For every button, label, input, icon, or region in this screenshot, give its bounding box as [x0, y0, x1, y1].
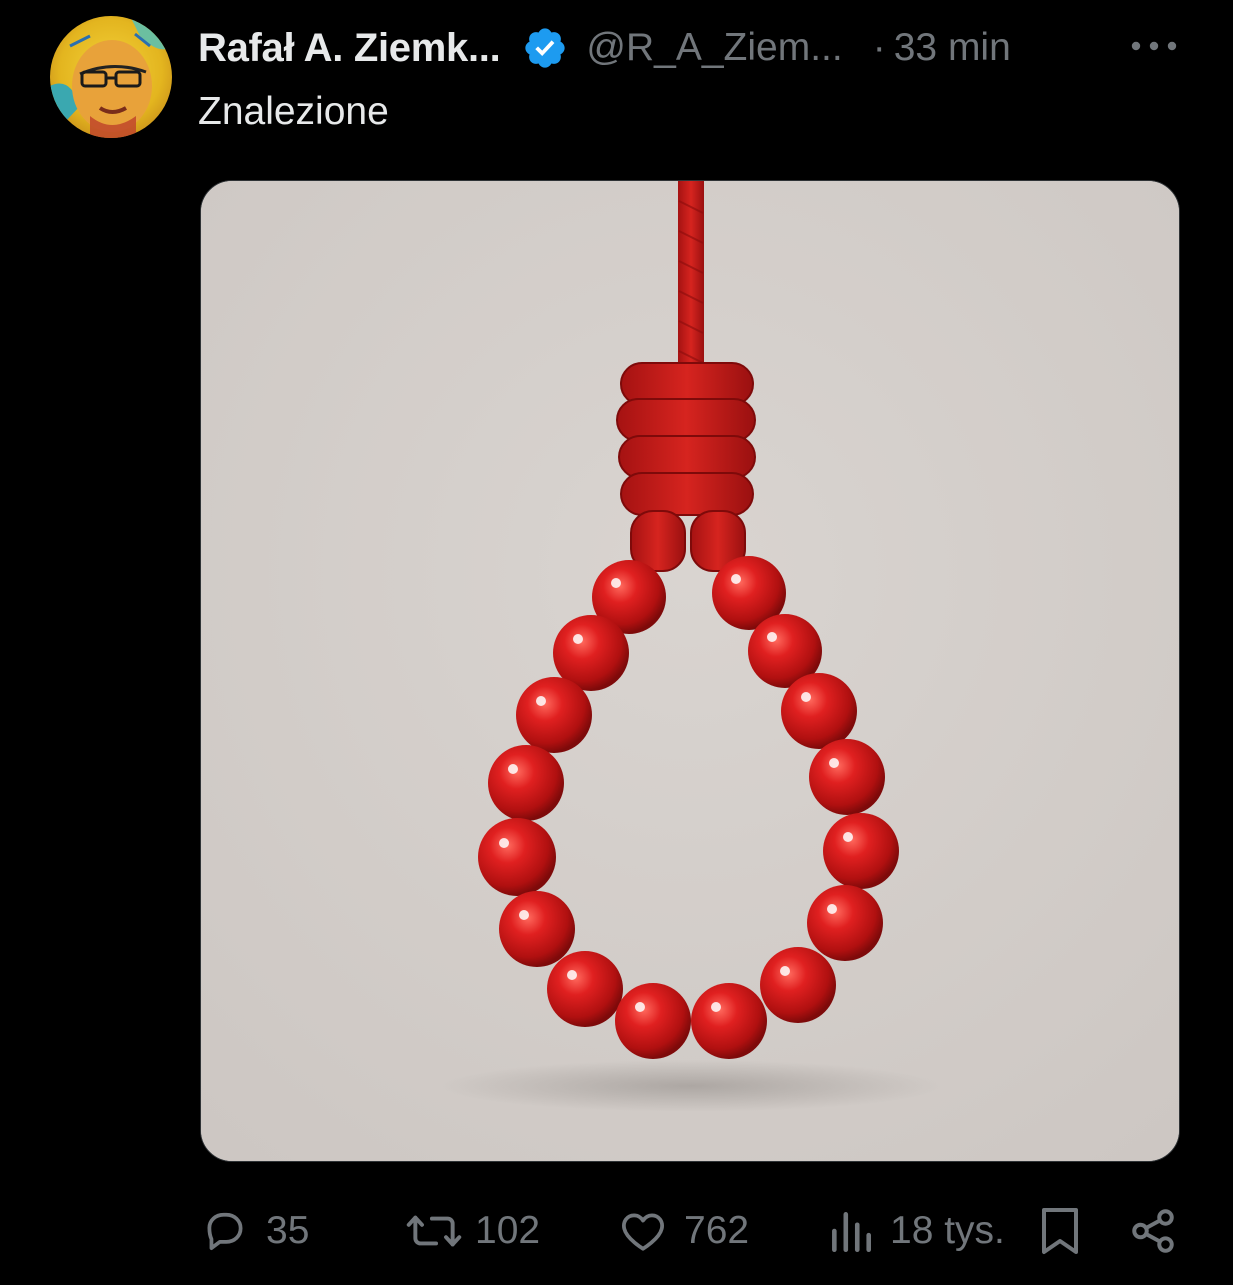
- retweet-icon: [405, 1206, 463, 1256]
- avatar-image: [50, 16, 172, 138]
- views-icon: [828, 1206, 874, 1256]
- beaded-noose-image: [201, 181, 1179, 1161]
- like-button[interactable]: 762: [618, 1196, 749, 1266]
- heart-icon: [618, 1206, 668, 1256]
- verified-badge-icon: [522, 25, 568, 71]
- tweet-action-bar: 35 102 762 18 tys.: [0, 1196, 1233, 1266]
- bookmark-button[interactable]: [1038, 1196, 1082, 1266]
- tweet-header: Rafał A. Ziemk... @R_A_Ziem... · 33 min: [198, 22, 1011, 74]
- retweet-count: 102: [475, 1209, 541, 1252]
- avatar[interactable]: [50, 16, 172, 138]
- more-icon[interactable]: [1128, 30, 1180, 62]
- views-count: 18 tys.: [890, 1209, 1005, 1252]
- reply-count: 35: [266, 1209, 310, 1252]
- separator-dot: ·: [872, 26, 886, 69]
- tweet-text: Znalezione: [198, 90, 389, 133]
- like-count: 762: [684, 1209, 750, 1252]
- tweet-timestamp[interactable]: 33 min: [894, 26, 1011, 70]
- bookmark-icon: [1038, 1205, 1082, 1257]
- retweet-button[interactable]: 102: [405, 1196, 540, 1266]
- author-handle[interactable]: @R_A_Ziem...: [586, 26, 842, 70]
- author-display-name[interactable]: Rafał A. Ziemk...: [198, 26, 501, 71]
- reply-icon: [200, 1206, 250, 1256]
- reply-button[interactable]: 35: [200, 1196, 309, 1266]
- share-icon: [1128, 1206, 1178, 1256]
- views-button[interactable]: 18 tys.: [828, 1196, 1005, 1266]
- share-button[interactable]: [1128, 1196, 1178, 1266]
- tweet-media-image[interactable]: [200, 180, 1180, 1162]
